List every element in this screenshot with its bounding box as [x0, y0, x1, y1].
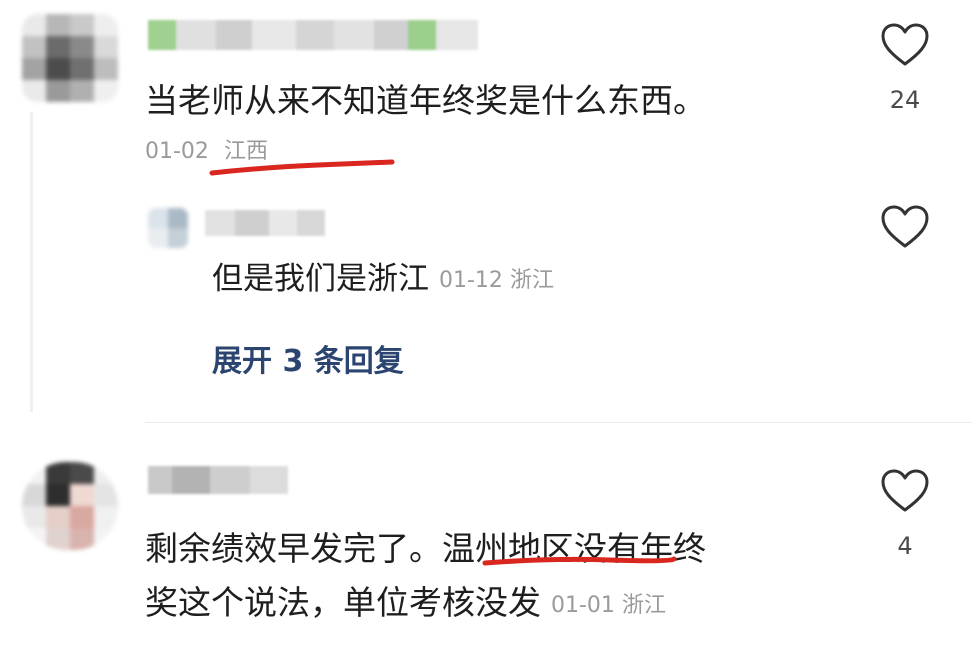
like-count: 24 — [889, 86, 921, 114]
reply-text: 但是我们是浙江 — [212, 261, 429, 297]
reply-avatar[interactable] — [148, 208, 188, 248]
comment-location: 浙江 — [621, 593, 666, 618]
comment-text: 当老师从来不知道年终奖是什么东西。 — [145, 81, 706, 120]
comment-date: 01-02 — [145, 139, 209, 164]
highlighted-text: 温州地区没 — [442, 529, 607, 568]
username[interactable] — [148, 20, 478, 50]
heart-icon[interactable] — [880, 22, 930, 68]
expand-replies-link[interactable]: 展开 3 条回复 — [212, 336, 404, 380]
comment-meta: 01-02 江西 — [145, 133, 268, 165]
divider — [145, 422, 972, 423]
comment-text-part: 有年终 — [607, 529, 706, 568]
heart-icon[interactable] — [880, 204, 930, 250]
reply-location: 浙江 — [509, 268, 554, 293]
reply-username[interactable] — [205, 210, 325, 236]
comment-location: 江西 — [223, 139, 268, 164]
like-count: 4 — [897, 532, 913, 560]
reply-content: 但是我们是浙江 01-12 浙江 — [212, 258, 554, 302]
avatar[interactable] — [22, 462, 118, 550]
comment-text-part: 剩余绩效早发完了。 — [145, 529, 442, 568]
comment-date: 01-01 — [551, 593, 615, 618]
avatar[interactable] — [22, 14, 118, 102]
heart-icon[interactable] — [880, 468, 930, 514]
thread-line — [30, 112, 33, 412]
comment-text-line-2: 奖这个说法，单位考核没发 01-01 浙江 — [145, 580, 666, 629]
username[interactable] — [148, 466, 288, 494]
reply-date: 01-12 — [439, 268, 503, 293]
comment-text-part: 奖这个说法，单位考核没发 — [145, 583, 541, 622]
comment-text-line-1: 剩余绩效早发完了。温州地区没有年终 — [145, 526, 706, 572]
